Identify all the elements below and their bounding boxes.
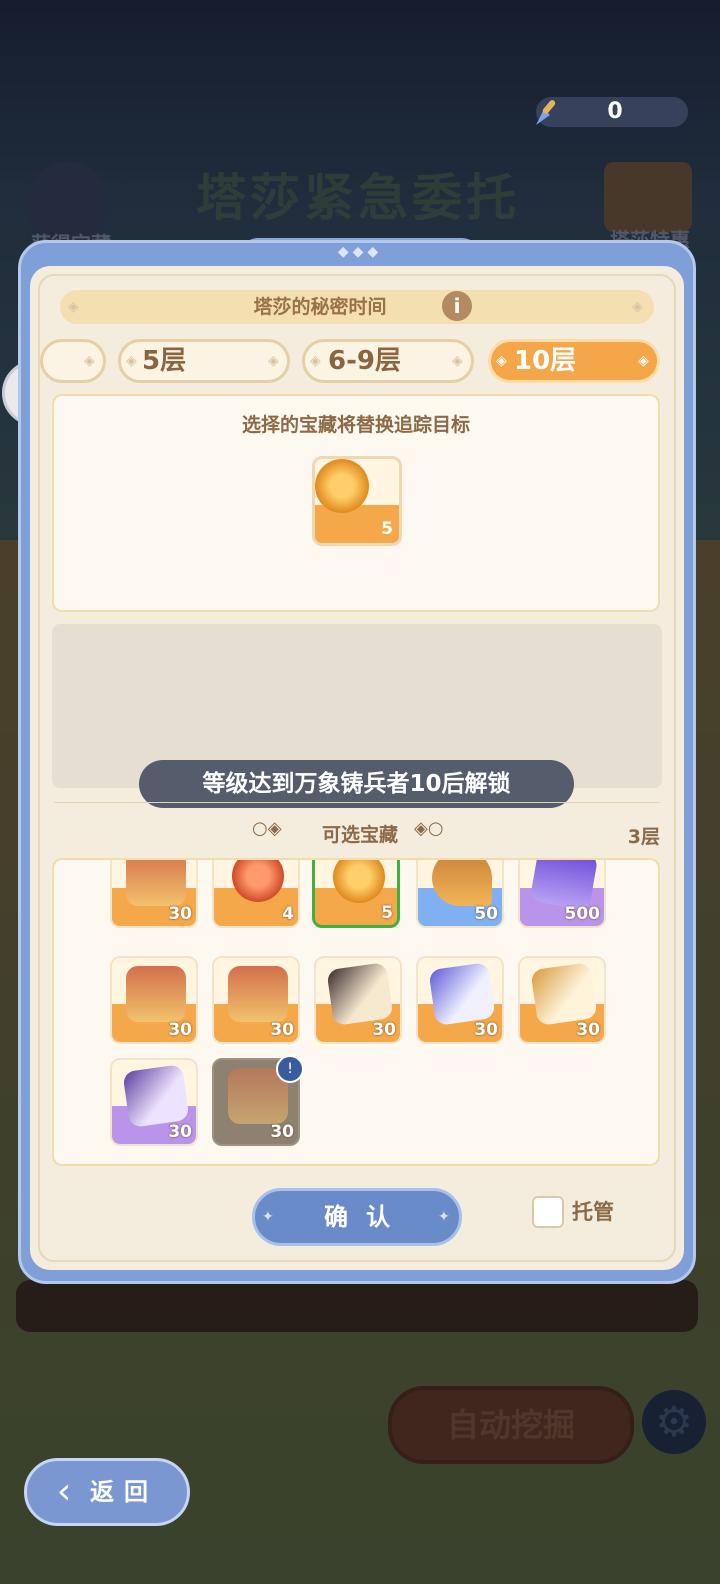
horn-icon [432,860,492,906]
ticket-gold-icon [530,962,598,1026]
diamond-ornament: ◈ [68,299,79,315]
tracking-target-item[interactable]: 5 [312,456,402,546]
chest-icon [126,966,186,1022]
shovel-count: 0 [607,99,623,124]
item-count: 30 [270,1020,294,1040]
tier-tab-6-9-label: 6-9层 [328,346,401,376]
diamond-ornament: ◈ [268,353,279,369]
item-count: 30 [168,1122,192,1142]
ornament-left: ○◈ [252,818,282,839]
gem-icon [529,860,599,911]
secret-time-label: 塔莎的秘密时间 [253,296,387,318]
item-count: 30 [168,1020,192,1040]
treasure-item[interactable]: 30 [518,956,606,1044]
diamond-ornament: ◈ [632,299,643,315]
back-arrow-icon: ‹ [56,1471,72,1512]
coin-icon [315,459,369,513]
treasure-item[interactable]: 30 [212,956,300,1044]
shovel-icon [536,100,556,125]
item-count: 4 [282,904,294,924]
diamond-ornament: ◈ [84,353,95,369]
item-count: 500 [564,904,601,924]
ornament-right: ◈○ [414,818,444,839]
item-count: 30 [168,904,192,924]
treasure-item[interactable]: 30 [110,860,198,928]
item-count: 5 [381,519,393,539]
treasure-item[interactable]: 4 [212,860,300,928]
info-icon[interactable]: i [442,291,472,321]
treasure-item[interactable]: 50 [416,860,504,928]
tracking-target-hint: 选择的宝藏将替换追踪目标 [241,414,470,436]
item-count: 5 [381,903,393,923]
optional-treasure-title: 可选宝藏 [321,824,398,846]
lock-icon: ! [276,1055,304,1083]
diamond-ornament: ◈ [638,353,649,369]
floor-indicator: 3层 [627,826,660,848]
back-label: 返回 [90,1478,158,1506]
treasure-item[interactable]: 30 [416,956,504,1044]
auto-manage-label: 托管 [572,1200,614,1224]
section-divider [54,802,660,803]
ticket-purple-icon [122,1064,190,1128]
diamond-ornament: ◈ [452,353,463,369]
treasure-item[interactable]: 30 [110,1058,198,1146]
chest-icon [126,860,186,906]
item-count: 30 [474,1020,498,1040]
item-count: 30 [270,1122,294,1142]
tier-tab-5-label: 5层 [142,346,187,376]
confirm-label: 确认 [324,1203,408,1231]
modal-tab-ornament: ◆◆◆ [337,244,383,260]
item-count: 30 [372,1020,396,1040]
tier-tab-previous[interactable] [40,339,106,383]
ticket-icon [326,962,394,1026]
chest-icon [228,966,288,1022]
treasure-item-selected[interactable]: 5 [312,860,400,928]
item-count: 30 [576,1020,600,1040]
treasure-item[interactable]: 30 [110,956,198,1044]
ticket-blue-icon [428,962,496,1026]
treasure-grid: 30 4 5 50 500 30 30 30 30 30 30 30 [52,858,660,1166]
auto-manage-checkbox[interactable] [532,1196,564,1228]
treasure-item[interactable]: 500 [518,860,606,928]
treasure-item[interactable]: 30 [314,956,402,1044]
tier-tab-10-label: 10层 [514,346,577,376]
diamond-ornament: ◈ [496,353,507,369]
unlock-requirement-banner: 等级达到万象铸兵者10后解锁 [139,760,574,808]
diamond-ornament: ◈ [310,353,321,369]
diamond-ornament: ◈ [126,353,137,369]
orb-icon [232,860,284,902]
coin-icon [333,860,385,903]
item-count: 50 [474,904,498,924]
